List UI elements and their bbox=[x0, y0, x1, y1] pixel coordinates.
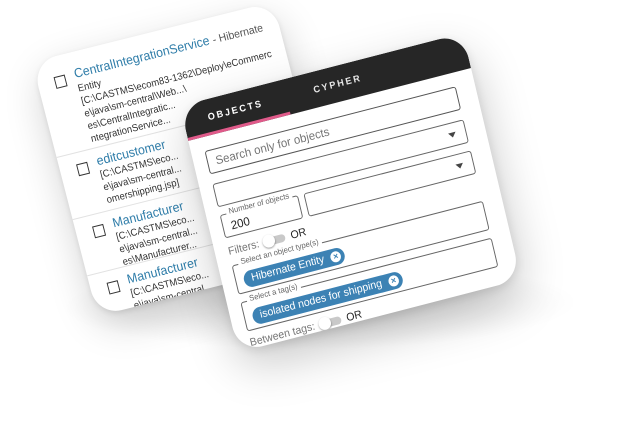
toggle-knob bbox=[261, 233, 277, 249]
close-icon[interactable]: × bbox=[329, 250, 343, 264]
number-of-objects-value: 200 bbox=[229, 214, 252, 233]
chevron-down-icon bbox=[455, 162, 465, 170]
tab-cypher[interactable]: CYPHER bbox=[282, 53, 393, 114]
chevron-down-icon bbox=[448, 131, 457, 139]
close-icon[interactable]: × bbox=[387, 274, 400, 288]
result-item[interactable]: CentralIntegrationService - Hibernate En… bbox=[52, 12, 291, 145]
result-checkbox[interactable] bbox=[106, 280, 121, 295]
stage: CentralIntegrationService - Hibernate En… bbox=[0, 0, 636, 421]
result-checkbox[interactable] bbox=[53, 74, 68, 89]
filters-toggle[interactable] bbox=[261, 233, 287, 249]
result-checkbox[interactable] bbox=[76, 161, 91, 177]
result-checkbox[interactable] bbox=[92, 223, 107, 239]
